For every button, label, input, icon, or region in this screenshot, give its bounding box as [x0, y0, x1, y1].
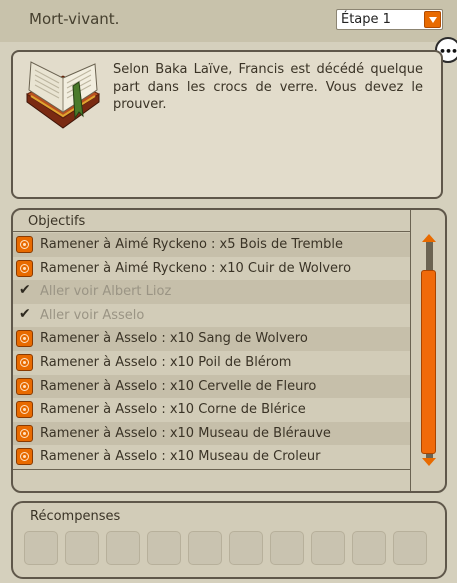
objective-label: Aller voir Albert Lioz — [40, 284, 172, 300]
checkmark-icon: ✔ — [19, 282, 31, 299]
scroll-down-arrow-icon[interactable] — [422, 458, 436, 466]
target-icon — [16, 377, 33, 395]
objective-row[interactable]: Ramener à Asselo : x10 Cervelle de Fleur… — [13, 374, 410, 399]
quest-window: Mort-vivant. Étape 1 ••• Selon Baka Laïv… — [0, 0, 457, 583]
reward-slot[interactable] — [65, 531, 99, 565]
objective-label: Ramener à Aimé Ryckeno : x10 Cuir de Wol… — [40, 260, 352, 276]
objective-label: Ramener à Asselo : x10 Sang de Wolvero — [40, 331, 308, 347]
target-icon — [16, 236, 33, 253]
objectives-panel: Objectifs Ramener à Aimé Ryckeno : x5 Bo… — [11, 208, 447, 493]
target-icon — [16, 259, 33, 277]
scrollbar-thumb[interactable] — [421, 270, 436, 454]
checkmark-icon: ✔ — [19, 305, 31, 322]
reward-slot[interactable] — [147, 531, 181, 565]
objectives-scrollbar[interactable] — [421, 234, 438, 466]
target-icon — [16, 401, 33, 419]
quest-description: Selon Baka Laïve, Francis est décédé que… — [113, 62, 423, 112]
objective-row[interactable]: ✔ Aller voir Asselo — [13, 304, 410, 328]
rewards-title: Récompenses — [30, 509, 121, 524]
objective-row[interactable]: Ramener à Asselo : x10 Poil de Blérom — [13, 351, 410, 375]
objective-label: Ramener à Asselo : x10 Museau de Blérauv… — [40, 425, 331, 441]
objective-label: Ramener à Aimé Ryckeno : x5 Bois de Trem… — [40, 237, 344, 252]
objective-label: Ramener à Asselo : x10 Museau de Croleur — [40, 449, 321, 465]
reward-slot[interactable] — [270, 531, 304, 565]
target-icon — [16, 330, 33, 348]
objective-label: Ramener à Asselo : x10 Corne de Blérice — [40, 402, 306, 418]
objective-row[interactable]: ✔ Aller voir Albert Lioz — [13, 280, 410, 304]
objective-row[interactable]: Ramener à Asselo : x10 Sang de Wolvero — [13, 327, 410, 351]
quest-header: Mort-vivant. Étape 1 — [0, 0, 457, 42]
objective-label: Ramener à Asselo : x10 Cervelle de Fleur… — [40, 378, 317, 394]
reward-slot[interactable] — [352, 531, 386, 565]
objectives-header: Objectifs — [13, 210, 410, 232]
objective-row[interactable]: Ramener à Asselo : x10 Corne de Blérice — [13, 398, 410, 422]
target-icon — [16, 448, 33, 466]
target-icon — [16, 353, 33, 371]
reward-slot[interactable] — [229, 531, 263, 565]
objective-label: Aller voir Asselo — [40, 307, 145, 323]
objective-row[interactable]: Ramener à Asselo : x10 Museau de Croleur — [13, 445, 410, 469]
target-icon — [16, 424, 33, 442]
step-dropdown[interactable]: Étape 1 — [336, 9, 443, 30]
objectives-title: Objectifs — [28, 214, 86, 229]
rewards-panel: Récompenses — [11, 501, 447, 579]
objective-label: Ramener à Asselo : x10 Poil de Blérom — [40, 354, 292, 370]
reward-slot[interactable] — [24, 531, 58, 565]
reward-slot[interactable] — [106, 531, 140, 565]
quest-title: Mort-vivant. — [29, 10, 120, 28]
scroll-up-arrow-icon[interactable] — [422, 234, 436, 242]
chevron-down-icon[interactable] — [424, 11, 441, 28]
quest-book-icon — [26, 61, 100, 129]
step-dropdown-value: Étape 1 — [341, 12, 391, 27]
objective-row[interactable]: Ramener à Asselo : x10 Museau de Blérauv… — [13, 421, 410, 446]
reward-slot[interactable] — [393, 531, 427, 565]
objective-row[interactable]: Ramener à Aimé Ryckeno : x5 Bois de Trem… — [13, 233, 410, 257]
reward-slot[interactable] — [188, 531, 222, 565]
objective-row[interactable]: Ramener à Aimé Ryckeno : x10 Cuir de Wol… — [13, 257, 410, 281]
reward-slot[interactable] — [311, 531, 345, 565]
objectives-list: Ramener à Aimé Ryckeno : x5 Bois de Trem… — [13, 233, 410, 469]
quest-description-panel: Selon Baka Laïve, Francis est décédé que… — [11, 50, 443, 199]
